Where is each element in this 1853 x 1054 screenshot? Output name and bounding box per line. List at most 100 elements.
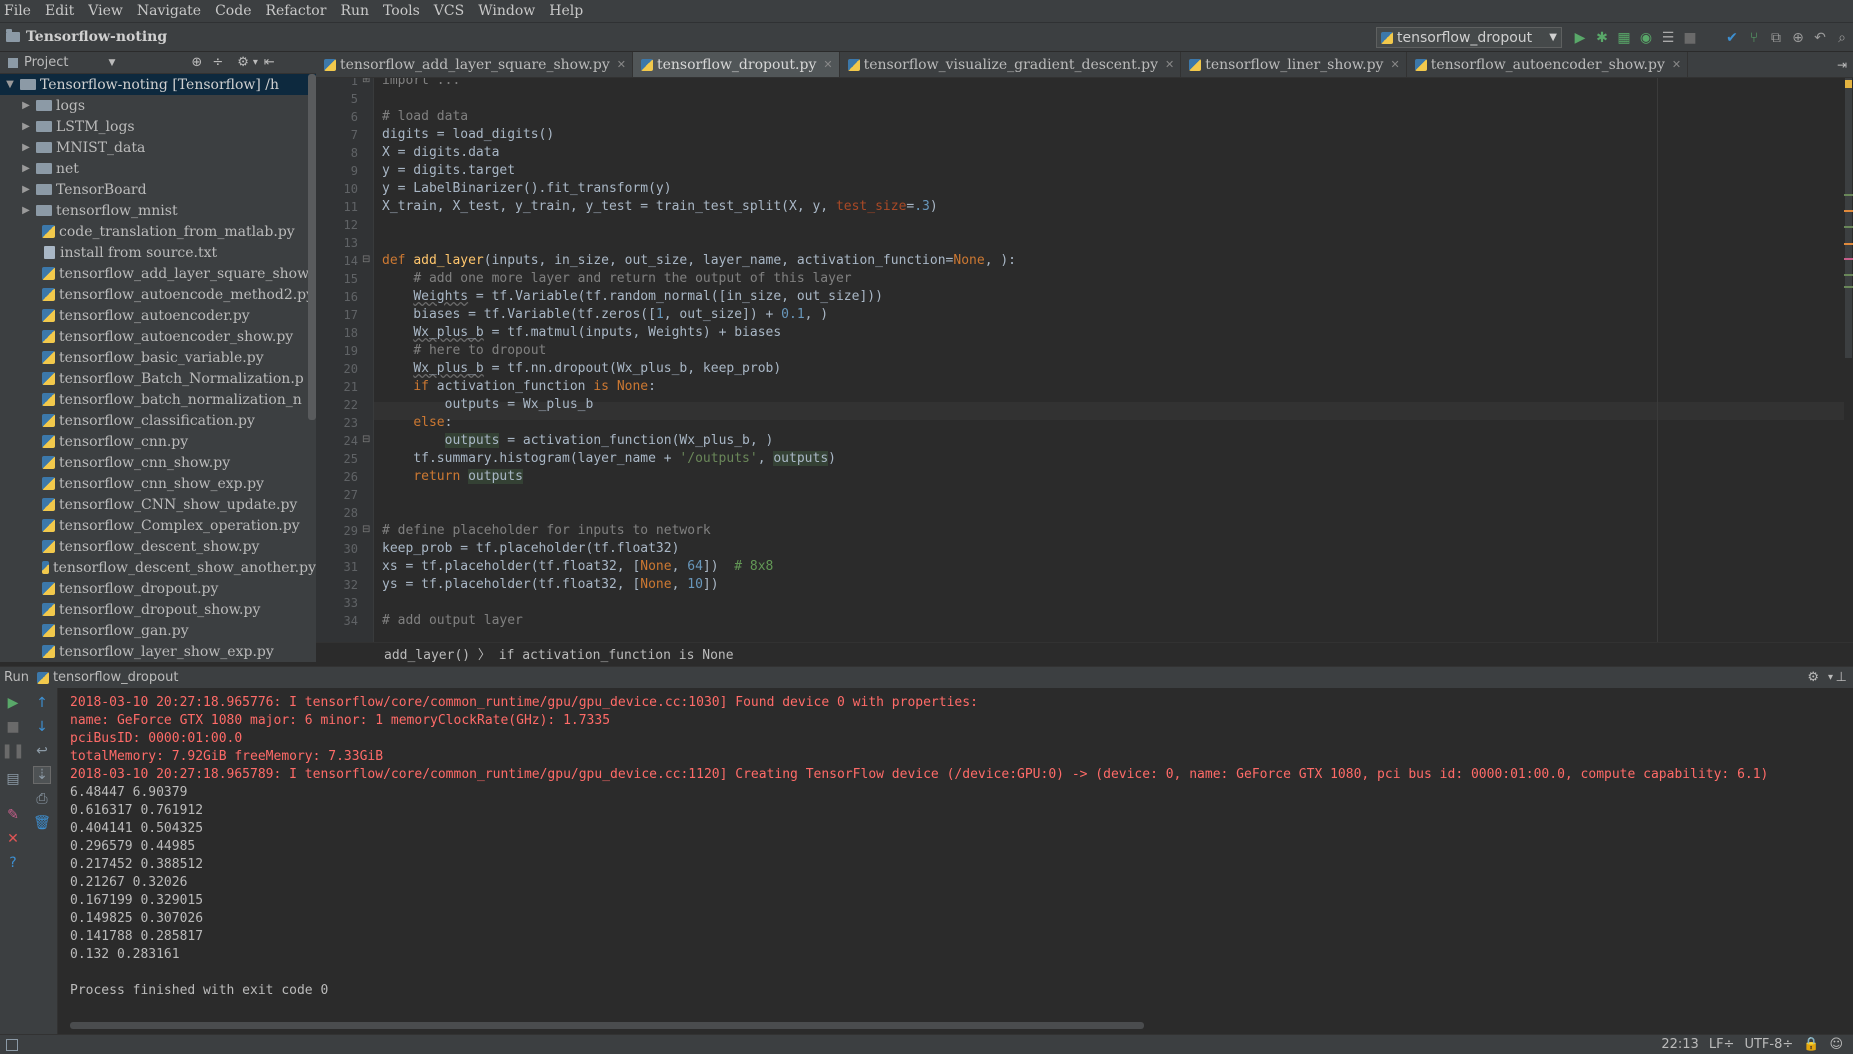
tree-file-item[interactable]: tensorflow_cnn_show_exp.py bbox=[0, 473, 316, 494]
change-marker[interactable] bbox=[1844, 274, 1853, 276]
tree-file-item[interactable]: tensorflow_Batch_Normalization.p bbox=[0, 368, 316, 389]
print-icon[interactable]: ⎙ bbox=[33, 790, 51, 808]
editor-scrollbar[interactable] bbox=[1844, 78, 1853, 646]
menu-window[interactable]: Window bbox=[478, 3, 535, 19]
tree-root[interactable]: ▼ Tensorflow-noting [Tensorflow] /h bbox=[0, 74, 316, 95]
tree-file-item[interactable]: tensorflow_autoencode_method2.py bbox=[0, 284, 316, 305]
tree-file-item[interactable]: tensorflow_CNN_show_update.py bbox=[0, 494, 316, 515]
collapse-icon[interactable]: ÷ bbox=[212, 55, 223, 70]
vcs-history-icon[interactable]: ⊕ bbox=[1790, 30, 1806, 46]
menu-refactor[interactable]: Refactor bbox=[265, 3, 326, 19]
vcs-commit-icon[interactable]: ⑂ bbox=[1746, 30, 1762, 46]
chevron-right-icon[interactable]: ▶ bbox=[16, 163, 36, 174]
tree-file-item[interactable]: tensorflow_batch_normalization_n bbox=[0, 389, 316, 410]
line-separator[interactable]: LF÷ bbox=[1709, 1037, 1735, 1052]
tree-file-item[interactable]: tensorflow_dropout.py bbox=[0, 578, 316, 599]
menu-run[interactable]: Run bbox=[340, 3, 369, 19]
caret-position[interactable]: 22:13 bbox=[1661, 1037, 1698, 1052]
chevron-right-icon[interactable]: ▶ bbox=[16, 100, 36, 111]
run-panel-label[interactable]: Run bbox=[4, 670, 29, 685]
stop-icon[interactable]: ■ bbox=[4, 718, 22, 736]
menu-view[interactable]: View bbox=[88, 3, 123, 19]
tree-file-item[interactable]: code_translation_from_matlab.py bbox=[0, 221, 316, 242]
tree-file-item[interactable]: tensorflow_basic_variable.py bbox=[0, 347, 316, 368]
fold-icon[interactable]: ⊟ bbox=[362, 524, 370, 535]
project-breadcrumb[interactable]: Tensorflow-noting bbox=[6, 29, 167, 45]
code-editor[interactable]: 1 5 6 7 8 9 10 11 12 13 14 15 16 17 18 19 20 21 22 23 24 25 26… bbox=[316, 78, 1853, 646]
file-encoding[interactable]: UTF-8÷ bbox=[1744, 1037, 1793, 1052]
change-marker[interactable] bbox=[1844, 286, 1853, 288]
menu-edit[interactable]: Edit bbox=[45, 3, 74, 19]
stop-icon[interactable]: ■ bbox=[1682, 30, 1698, 46]
tree-folder-item[interactable]: ▶ MNIST_data bbox=[0, 137, 316, 158]
editor-tab[interactable]: tensorflow_dropout.py ✕ bbox=[632, 52, 840, 77]
menu-code[interactable]: Code bbox=[215, 3, 251, 19]
help-icon[interactable]: ? bbox=[4, 854, 22, 872]
tree-file-item[interactable]: tensorflow_Complex_operation.py bbox=[0, 515, 316, 536]
tree-file-item[interactable]: tensorflow_descent_show.py bbox=[0, 536, 316, 557]
scroll-to-end-icon[interactable]: ⇣ bbox=[33, 766, 51, 784]
console-horizontal-scrollbar[interactable] bbox=[70, 1022, 1144, 1029]
tool-windows-icon[interactable] bbox=[6, 1038, 18, 1051]
tree-file-item[interactable]: tensorflow_add_layer_square_show bbox=[0, 263, 316, 284]
chevron-down-icon[interactable]: ▼ bbox=[108, 58, 115, 68]
tree-file-item[interactable]: tensorflow_cnn.py bbox=[0, 431, 316, 452]
tree-folder-item[interactable]: ▶ TensorBoard bbox=[0, 179, 316, 200]
chevron-down-icon[interactable]: ▼ bbox=[0, 79, 20, 90]
pin-icon[interactable]: ✎ bbox=[4, 806, 22, 824]
lock-icon[interactable]: 🔒 bbox=[1803, 1037, 1819, 1052]
close-icon[interactable]: ✕ bbox=[617, 58, 626, 71]
hide-panel-icon[interactable]: ⊥ bbox=[1836, 670, 1847, 685]
fold-icon[interactable]: ⊞ bbox=[362, 78, 370, 85]
search-everywhere-icon[interactable]: ⌕ bbox=[1834, 30, 1850, 46]
tree-folder-item[interactable]: ▶ tensorflow_mnist bbox=[0, 200, 316, 221]
close-icon[interactable]: ✕ bbox=[1165, 58, 1174, 71]
tree-file-item[interactable]: tensorflow_dropout_show.py bbox=[0, 599, 316, 620]
menu-help[interactable]: Help bbox=[549, 3, 583, 19]
editor-tab[interactable]: tensorflow_liner_show.py ✕ bbox=[1181, 52, 1407, 77]
arrow-down-icon[interactable]: ↓ bbox=[33, 718, 51, 736]
run-icon[interactable]: ▶ bbox=[1572, 30, 1588, 46]
pause-icon[interactable]: ❚❚ bbox=[1, 742, 24, 760]
chevron-right-icon[interactable]: ▶ bbox=[16, 121, 36, 132]
soft-wrap-icon[interactable]: ↩ bbox=[33, 742, 51, 760]
chevron-right-icon[interactable]: ▶ bbox=[16, 205, 36, 216]
tab-overflow-icon[interactable]: ⇥ bbox=[1837, 52, 1847, 77]
close-icon[interactable]: ✕ bbox=[4, 830, 22, 848]
tree-folder-item[interactable]: ▶ logs bbox=[0, 95, 316, 116]
project-tree-scrollbar[interactable] bbox=[308, 74, 316, 420]
revert-icon[interactable]: ↶ bbox=[1812, 30, 1828, 46]
menu-vcs[interactable]: VCS bbox=[434, 3, 464, 19]
vcs-update-icon[interactable]: ✔ bbox=[1724, 30, 1740, 46]
run-config-dropdown[interactable]: tensorflow_dropout ▼ bbox=[1376, 27, 1562, 48]
close-icon[interactable]: ✕ bbox=[1672, 58, 1681, 71]
project-panel-title[interactable]: Project bbox=[24, 55, 68, 70]
gear-icon[interactable]: ⚙ bbox=[1807, 670, 1819, 685]
gear-icon[interactable]: ⚙ bbox=[237, 55, 249, 70]
hide-panel-icon[interactable]: ⇤ bbox=[264, 55, 275, 70]
coverage-icon[interactable]: ▦ bbox=[1616, 30, 1632, 46]
sync-icon[interactable]: ⊕ bbox=[191, 55, 202, 70]
tree-folder-item[interactable]: ▶ LSTM_logs bbox=[0, 116, 316, 137]
chevron-down-icon[interactable]: ▾ bbox=[253, 57, 258, 68]
fold-icon[interactable]: ⊟ bbox=[362, 434, 370, 445]
arrow-up-icon[interactable]: ↑ bbox=[33, 694, 51, 712]
tree-file-item[interactable]: tensorflow_gan.py bbox=[0, 620, 316, 641]
editor-tab[interactable]: tensorflow_autoencoder_show.py ✕ bbox=[1407, 52, 1689, 77]
fold-icon[interactable]: ⊟ bbox=[362, 254, 370, 265]
change-marker[interactable] bbox=[1844, 226, 1853, 228]
run-console[interactable]: 2018-03-10 20:27:18.965776: I tensorflow… bbox=[58, 688, 1853, 1034]
close-icon[interactable]: ✕ bbox=[823, 58, 832, 71]
change-marker[interactable] bbox=[1844, 194, 1853, 196]
inspector-icon[interactable]: ☺ bbox=[1829, 1037, 1843, 1052]
warning-marker[interactable] bbox=[1845, 80, 1852, 88]
run-tab-label[interactable]: tensorflow_dropout bbox=[53, 670, 179, 685]
menu-navigate[interactable]: Navigate bbox=[137, 3, 201, 19]
change-marker[interactable] bbox=[1844, 258, 1853, 260]
concurrency-icon[interactable]: ☰ bbox=[1660, 30, 1676, 46]
tree-file-item[interactable]: tensorflow_descent_show_another.py bbox=[0, 557, 316, 578]
tree-folder-item[interactable]: ▶ net bbox=[0, 158, 316, 179]
change-marker[interactable] bbox=[1844, 243, 1853, 245]
editor-tab[interactable]: tensorflow_visualize_gradient_descent.py… bbox=[840, 52, 1182, 77]
change-marker[interactable] bbox=[1844, 210, 1853, 212]
